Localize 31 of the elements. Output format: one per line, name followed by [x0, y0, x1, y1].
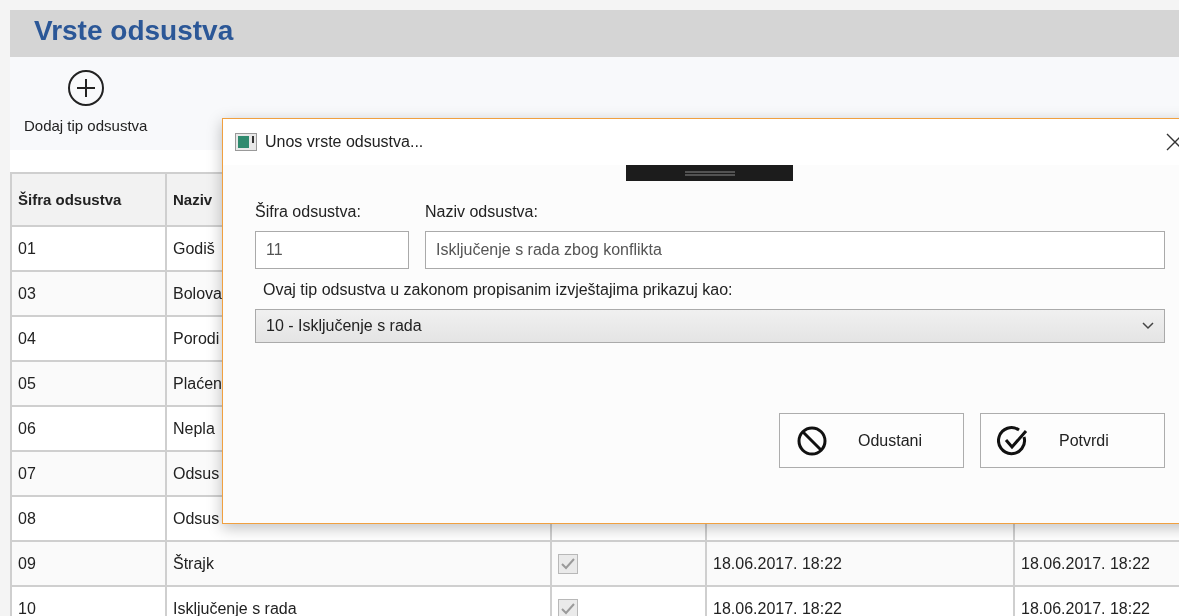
- window-icon: [235, 133, 257, 151]
- name-label: Naziv odsustva:: [425, 203, 539, 221]
- page-title: Vrste odsustva: [34, 15, 234, 47]
- cancel-button[interactable]: Odustani: [779, 413, 964, 468]
- column-header[interactable]: Šifra odsustva: [12, 174, 167, 227]
- confirm-button[interactable]: Potvrdi: [980, 413, 1165, 468]
- table-cell: 05: [12, 362, 167, 407]
- table-cell: 08: [12, 497, 167, 542]
- table-cell: 01: [12, 227, 167, 272]
- prohibited-icon: [796, 424, 828, 457]
- table-cell: 03: [12, 272, 167, 317]
- check-circle-icon: [997, 424, 1029, 457]
- table-cell: 18.06.2017. 18:22: [707, 542, 1015, 587]
- table-cell: 07: [12, 452, 167, 497]
- close-icon[interactable]: [1166, 133, 1179, 151]
- add-button[interactable]: Dodaj tip odsustva: [18, 65, 154, 150]
- table-cell: Štrajk: [167, 542, 552, 587]
- dialog-title: Unos vrste odsustva...: [265, 133, 425, 151]
- name-input[interactable]: Isključenje s rada zbog konflikta: [425, 231, 1165, 269]
- chevron-down-icon: [1142, 322, 1154, 330]
- code-label: Šifra odsustva:: [255, 203, 362, 221]
- plus-circle-icon: [66, 69, 105, 107]
- table-cell: 04: [12, 317, 167, 362]
- checkbox[interactable]: [558, 598, 578, 616]
- table-cell: 06: [12, 407, 167, 452]
- report-dropdown[interactable]: 10 - Isključenje s rada: [255, 309, 1165, 343]
- table-cell: 09: [12, 542, 167, 587]
- checkbox[interactable]: [558, 553, 578, 574]
- table-cell: 18.06.2017. 18:22: [1015, 542, 1179, 587]
- code-input[interactable]: 11: [255, 231, 409, 269]
- drag-handle[interactable]: [626, 165, 793, 181]
